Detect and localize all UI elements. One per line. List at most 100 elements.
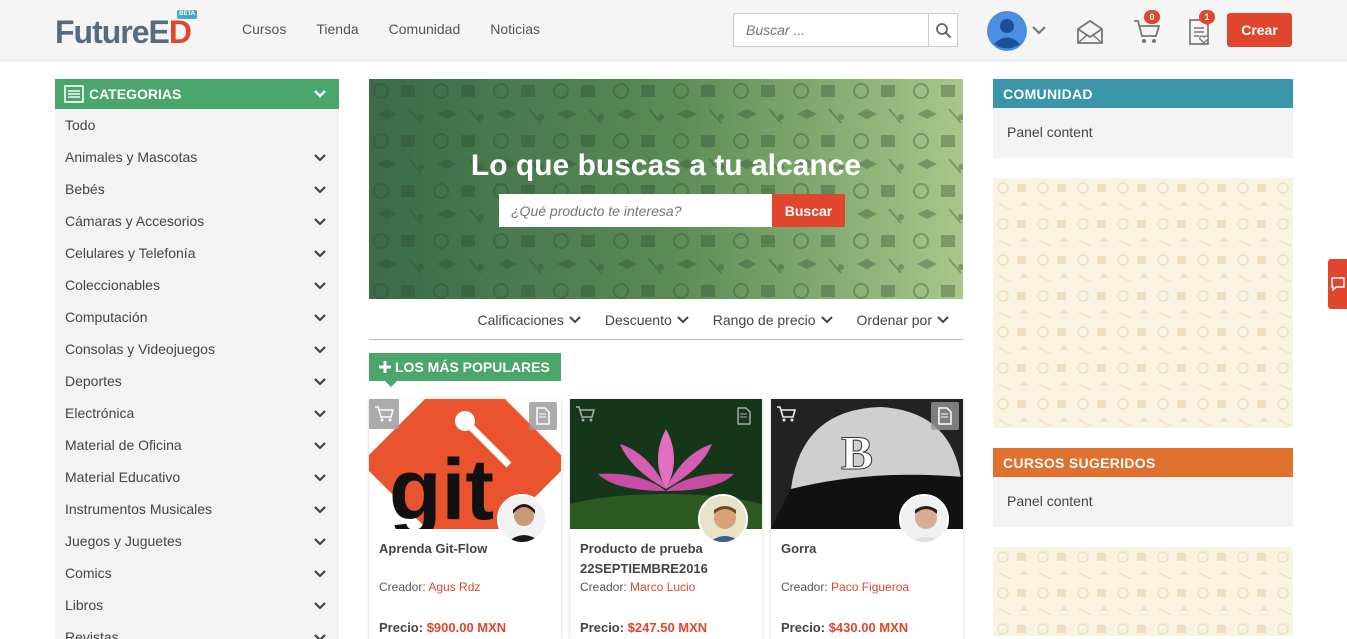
filter-label: Ordenar por <box>857 312 932 328</box>
person-photo <box>901 496 949 544</box>
chevron-down-icon[interactable] <box>313 569 327 578</box>
chevron-down-icon[interactable] <box>313 281 327 290</box>
category-label: Todo <box>65 117 327 133</box>
categories-title: CATEGORIAS <box>89 86 313 102</box>
chevron-down-icon[interactable] <box>313 601 327 610</box>
chevron-down-icon[interactable] <box>313 537 327 546</box>
add-to-cart-button[interactable] <box>570 399 600 429</box>
wishlist-add-button[interactable] <box>529 402 557 430</box>
category-item[interactable]: Revistas <box>55 621 339 639</box>
product-creator: Creador: Agus Rdz <box>379 580 480 594</box>
filter-ordenar-por[interactable]: Ordenar por <box>857 312 949 328</box>
category-item[interactable]: Material de Oficina <box>55 429 339 461</box>
category-item[interactable]: Cámaras y Accesorios <box>55 205 339 237</box>
product-price: Precio: $247.50 MXN <box>580 620 707 635</box>
filter-descuento[interactable]: Descuento <box>605 312 689 328</box>
chevron-down-icon[interactable] <box>313 377 327 386</box>
header-search-input[interactable] <box>734 14 928 46</box>
search-button[interactable] <box>928 14 957 46</box>
suggested-courses-panel: CURSOS SUGERIDOS Panel content <box>993 448 1293 527</box>
top-header: FutureE D BETA Cursos Tienda Comunidad N… <box>0 0 1347 61</box>
category-item[interactable]: Juegos y Juguetes <box>55 525 339 557</box>
create-button[interactable]: Crear <box>1227 13 1292 47</box>
creator-link[interactable]: Marco Lucio <box>630 580 695 594</box>
category-label: Instrumentos Musicales <box>65 501 313 517</box>
category-item[interactable]: Material Educativo <box>55 461 339 493</box>
filter-label: Calificaciones <box>477 312 563 328</box>
document-heart-icon <box>937 407 953 425</box>
category-label: Comics <box>65 565 313 581</box>
ad-banner[interactable] <box>993 547 1293 636</box>
suggested-courses-title: CURSOS SUGERIDOS <box>993 448 1293 477</box>
product-card[interactable]: Producto de prueba 22SEPTIEMBRE2016 Crea… <box>570 399 762 639</box>
category-item[interactable]: Deportes <box>55 365 339 397</box>
chevron-down-icon[interactable] <box>313 153 327 162</box>
price-value: $247.50 MXN <box>628 620 708 635</box>
chevron-down-icon[interactable] <box>313 441 327 450</box>
plus-icon <box>379 361 391 373</box>
category-item[interactable]: Libros <box>55 589 339 621</box>
wishlist-count-badge: 1 <box>1199 10 1215 24</box>
futureed-logo[interactable]: FutureE D BETA <box>55 12 191 48</box>
chevron-down-icon[interactable] <box>313 345 327 354</box>
wishlist-add-button[interactable] <box>931 402 959 430</box>
category-item[interactable]: Electrónica <box>55 397 339 429</box>
messages-button[interactable] <box>1076 17 1104 50</box>
nav-noticias[interactable]: Noticias <box>490 21 540 37</box>
nav-cursos[interactable]: Cursos <box>242 21 286 37</box>
category-item[interactable]: Computación <box>55 301 339 333</box>
category-label: Deportes <box>65 373 313 389</box>
category-item[interactable]: Instrumentos Musicales <box>55 493 339 525</box>
chevron-down-icon[interactable] <box>313 185 327 194</box>
chevron-down-icon[interactable] <box>313 313 327 322</box>
category-item[interactable]: Consolas y Videojuegos <box>55 333 339 365</box>
filter-label: Descuento <box>605 312 672 328</box>
product-price: Precio: $900.00 MXN <box>379 620 506 635</box>
product-search-input[interactable] <box>499 194 772 227</box>
category-item[interactable]: Todo <box>55 109 339 141</box>
category-item[interactable]: Bebés <box>55 173 339 205</box>
price-label: Precio: <box>379 620 423 635</box>
creator-link[interactable]: Agus Rdz <box>428 580 480 594</box>
cart-icon <box>374 405 394 423</box>
chevron-down-icon[interactable] <box>313 249 327 258</box>
add-to-cart-button[interactable] <box>369 399 399 429</box>
product-card[interactable]: B Gorra Creador: Paco Figueroa Precio: $… <box>771 399 963 639</box>
chevron-down-icon[interactable] <box>313 217 327 226</box>
creator-avatar <box>698 494 748 544</box>
chevron-down-icon <box>313 89 327 99</box>
pattern-background <box>993 547 1293 636</box>
wishlist-add-button[interactable] <box>730 402 758 430</box>
nav-comunidad[interactable]: Comunidad <box>389 21 461 37</box>
feedback-tab[interactable] <box>1328 259 1347 309</box>
category-label: Computación <box>65 309 313 325</box>
nav-tienda[interactable]: Tienda <box>316 21 358 37</box>
category-label: Consolas y Videojuegos <box>65 341 313 357</box>
category-item[interactable]: Comics <box>55 557 339 589</box>
chevron-down-icon <box>937 316 949 324</box>
chevron-down-icon[interactable] <box>313 505 327 514</box>
beta-badge: BETA <box>177 10 197 19</box>
hero-search-button[interactable]: Buscar <box>772 194 845 227</box>
hero-title: Lo que buscas a tu alcance <box>369 149 963 183</box>
category-item[interactable]: Celulares y Telefonía <box>55 237 339 269</box>
creator-label: Creador: <box>580 580 627 594</box>
chat-bubble-icon <box>1331 277 1345 291</box>
filter-calificaciones[interactable]: Calificaciones <box>477 312 580 328</box>
chevron-down-icon <box>821 316 833 324</box>
cart-icon <box>575 405 595 423</box>
category-item[interactable]: Coleccionables <box>55 269 339 301</box>
cart-icon <box>776 405 796 423</box>
chevron-down-icon[interactable] <box>313 409 327 418</box>
categories-header[interactable]: CATEGORIAS <box>55 79 339 109</box>
ad-banner[interactable] <box>993 178 1293 428</box>
hero-search: Buscar <box>499 194 845 227</box>
creator-link[interactable]: Paco Figueroa <box>831 580 909 594</box>
product-card[interactable]: git Aprenda Git-Flow Creador: Agus Rdz P… <box>369 399 561 639</box>
add-to-cart-button[interactable] <box>771 399 801 429</box>
person-photo <box>700 496 748 544</box>
chevron-down-icon[interactable] <box>313 473 327 482</box>
user-menu[interactable] <box>987 11 1049 56</box>
filter-rango-precio[interactable]: Rango de precio <box>713 312 833 328</box>
category-item[interactable]: Animales y Mascotas <box>55 141 339 173</box>
